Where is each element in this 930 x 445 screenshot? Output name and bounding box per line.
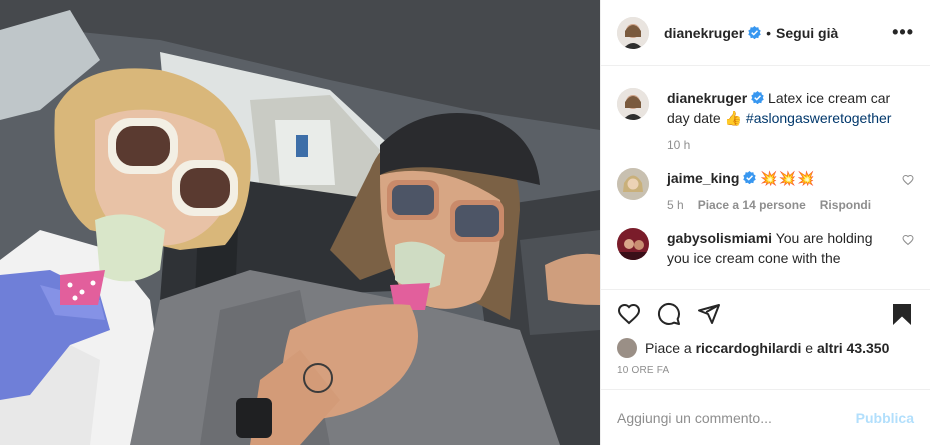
comment-text-block: jaime_king 💥💥💥 [667,168,894,188]
selfie-image [0,0,600,445]
likes-summary: Piace a riccardoghilardi e altri 43.350 [601,337,930,359]
comment-input[interactable] [617,409,856,426]
likes-others[interactable]: altri 43.350 [817,340,889,356]
comment-heart-icon[interactable] [902,234,914,246]
add-comment-bar: Pubblica [601,389,930,445]
bookmark-icon[interactable] [890,302,914,326]
comment-username[interactable]: gabysolismiami [667,230,772,246]
liker-username[interactable]: riccardoghilardi [696,340,802,356]
share-icon[interactable] [697,302,721,326]
likes-joiner: e [805,340,814,356]
comment-row: gabysolismiami You are holding you ice c… [617,228,914,268]
comment-time: 5 h [667,198,684,212]
caption-username[interactable]: dianekruger [667,90,747,106]
comment-likes[interactable]: Piace a 14 persone [698,198,806,212]
publish-button[interactable]: Pubblica [856,410,914,426]
comments-section: dianekruger Latex ice cream car day date… [601,66,930,289]
instagram-post: dianekruger • Segui già ••• dianekruger … [0,0,930,445]
post-date[interactable]: 10 ORE FA [601,359,930,389]
comment-text-block: gabysolismiami You are holding you ice c… [667,228,894,268]
comment-meta: 5 h Piace a 14 persone Rispondi [667,198,894,212]
comment-icon[interactable] [657,302,681,326]
caption-meta: 10 h [667,138,914,152]
post-details-panel: dianekruger • Segui già ••• dianekruger … [600,0,930,445]
author-username[interactable]: dianekruger [664,25,744,41]
post-photo[interactable] [0,0,600,445]
comment-text: 💥💥💥 [760,170,816,186]
caption-hashtag[interactable]: #aslongasweretogether [746,110,892,126]
heart-icon[interactable] [617,302,641,326]
commenter-avatar[interactable] [617,228,649,260]
verified-badge-icon [748,26,761,39]
verified-badge-icon [751,91,764,104]
post-actions [601,289,930,337]
liker-avatar[interactable] [617,338,637,358]
separator-dot: • [766,24,772,41]
caption-time: 10 h [667,138,691,152]
follow-status[interactable]: Segui già [776,25,838,41]
reply-button[interactable]: Rispondi [820,198,871,212]
caption-avatar[interactable] [617,88,649,120]
comment-heart-icon[interactable] [902,174,914,186]
verified-badge-icon [743,171,757,184]
more-icon[interactable]: ••• [892,22,914,43]
likes-prefix: Piace a [645,340,692,356]
post-header: dianekruger • Segui già ••• [601,0,930,66]
caption-text-block: dianekruger Latex ice cream car day date… [667,88,914,128]
caption-row: dianekruger Latex ice cream car day date… [617,88,914,152]
author-avatar[interactable] [617,16,649,49]
comment-row: jaime_king 💥💥💥 5 h Piace a 14 persone Ri… [617,168,914,212]
comment-username[interactable]: jaime_king [667,170,739,186]
commenter-avatar[interactable] [617,168,649,200]
